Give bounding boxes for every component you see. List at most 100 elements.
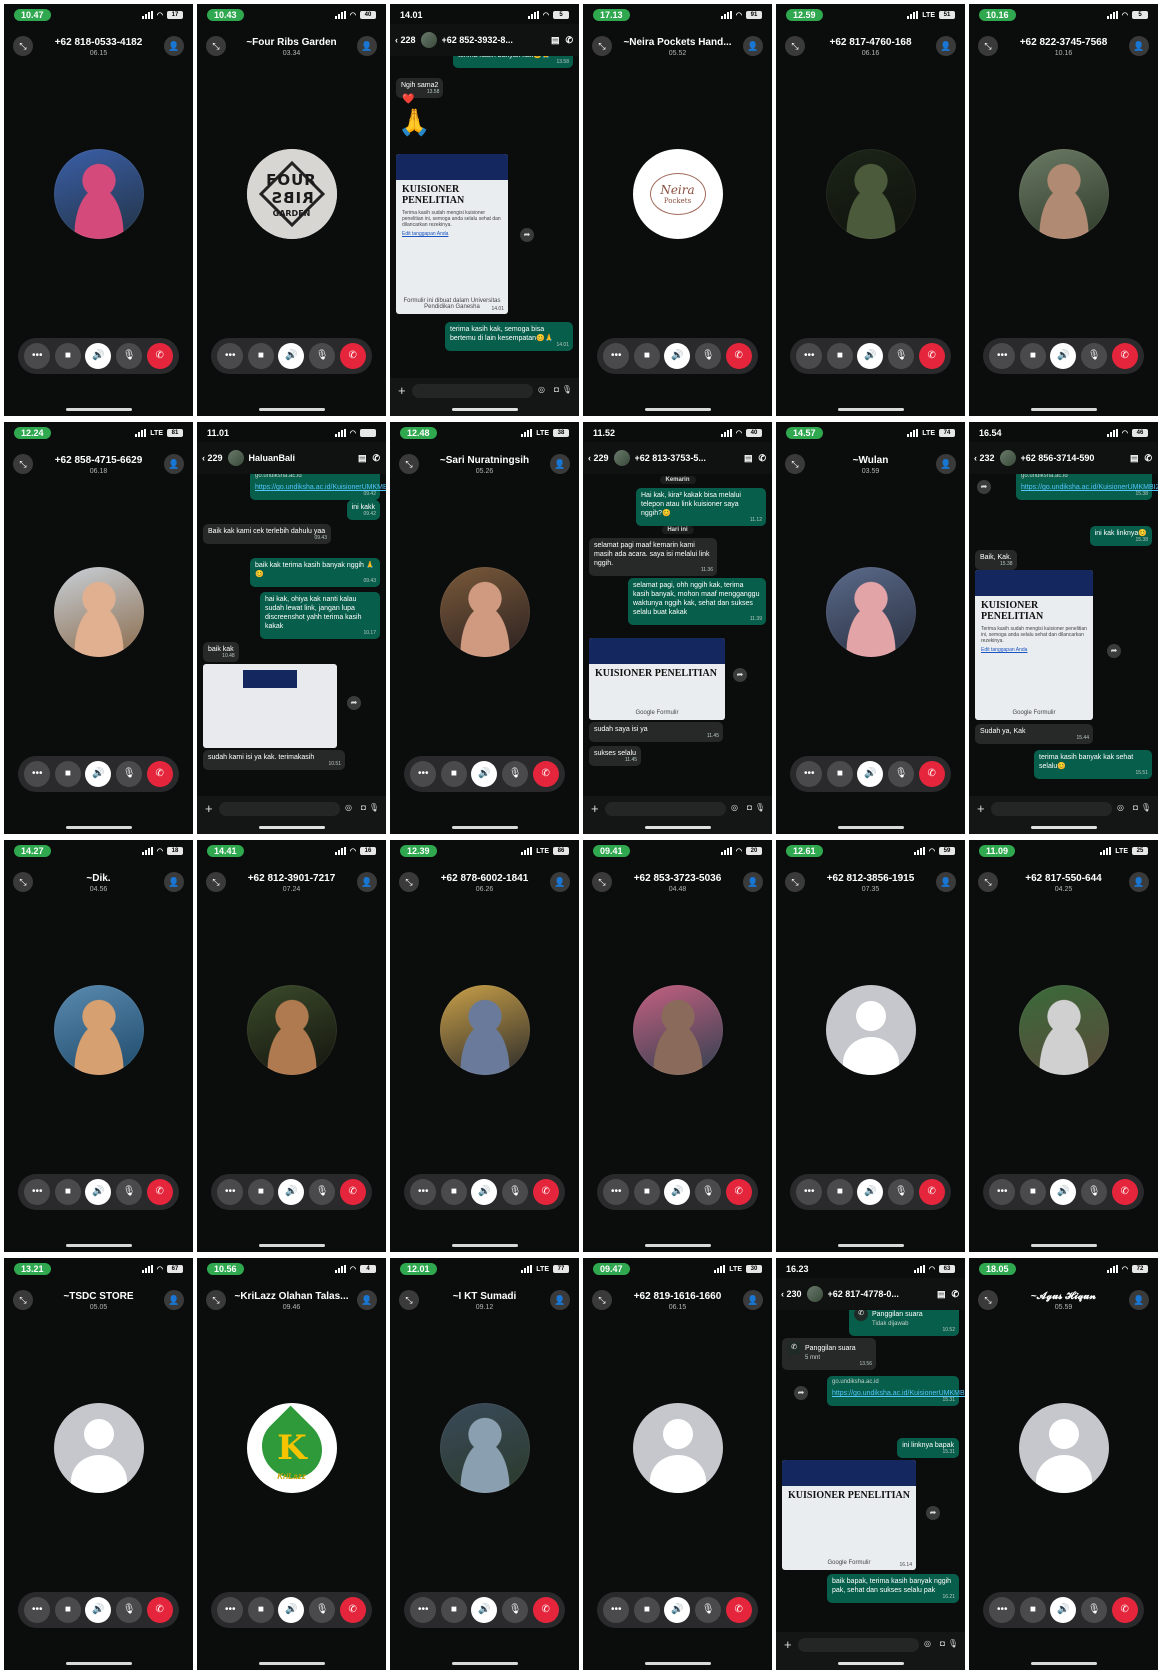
speaker-button[interactable]: 🔊 xyxy=(1050,1179,1077,1205)
end-call-button[interactable]: ✆ xyxy=(339,1597,366,1623)
add-participant-button[interactable]: 👤 xyxy=(936,872,956,892)
sticker-icon[interactable]: ◎ xyxy=(731,803,738,812)
speaker-button[interactable]: 🔊 xyxy=(85,343,112,369)
chat-avatar[interactable] xyxy=(999,450,1016,466)
mute-button[interactable]: 🎙 xyxy=(116,1597,143,1623)
minimize-call-button[interactable]: ⤡ xyxy=(592,36,612,56)
sticker-icon[interactable]: ◎ xyxy=(345,803,352,812)
speaker-button[interactable]: 🔊 xyxy=(471,1179,498,1205)
minimize-call-button[interactable]: ⤡ xyxy=(785,36,805,56)
end-call-button[interactable]: ✆ xyxy=(146,761,173,787)
more-button[interactable]: ••• xyxy=(217,1179,244,1205)
speaker-button[interactable]: 🔊 xyxy=(664,343,691,369)
message-input[interactable] xyxy=(605,802,726,816)
mute-button[interactable]: 🎙 xyxy=(502,1597,529,1623)
catalog-icon[interactable]: ▤ xyxy=(551,35,560,46)
forward-icon[interactable]: ➦ xyxy=(794,1386,808,1400)
add-participant-button[interactable]: 👤 xyxy=(357,1290,377,1310)
more-button[interactable]: ••• xyxy=(796,343,823,369)
chat-title[interactable]: HaluanBali xyxy=(249,453,358,463)
chat-avatar[interactable] xyxy=(806,1286,823,1302)
end-call-button[interactable]: ✆ xyxy=(918,761,945,787)
end-call-button[interactable]: ✆ xyxy=(1111,343,1138,369)
back-unread-count[interactable]: ‹ 230 xyxy=(781,1289,802,1299)
video-button[interactable]: ■ xyxy=(633,1179,660,1205)
speaker-button[interactable]: 🔊 xyxy=(278,1597,305,1623)
forward-icon[interactable]: ➦ xyxy=(926,1506,940,1520)
call-icon[interactable]: ✆ xyxy=(372,453,380,464)
speaker-button[interactable]: 🔊 xyxy=(857,1179,884,1205)
end-call-button[interactable]: ✆ xyxy=(339,343,366,369)
mic-icon[interactable]: 🎙 xyxy=(369,803,379,812)
video-button[interactable]: ■ xyxy=(247,1179,274,1205)
forward-icon[interactable]: ➦ xyxy=(733,668,747,682)
message-input[interactable] xyxy=(219,802,340,816)
speaker-button[interactable]: 🔊 xyxy=(471,1597,498,1623)
end-call-button[interactable]: ✆ xyxy=(725,1179,752,1205)
add-participant-button[interactable]: 👤 xyxy=(357,872,377,892)
more-button[interactable]: ••• xyxy=(217,1597,244,1623)
more-button[interactable]: ••• xyxy=(603,343,630,369)
mute-button[interactable]: 🎙 xyxy=(309,1179,336,1205)
video-button[interactable]: ■ xyxy=(633,1597,660,1623)
end-call-button[interactable]: ✆ xyxy=(146,1597,173,1623)
mute-button[interactable]: 🎙 xyxy=(695,343,722,369)
video-button[interactable]: ■ xyxy=(247,1597,274,1623)
minimize-call-button[interactable]: ⤡ xyxy=(206,1290,226,1310)
video-button[interactable]: ■ xyxy=(54,343,81,369)
chat-title[interactable]: +62 813-3753-5... xyxy=(635,453,744,463)
mic-icon[interactable]: 🎙 xyxy=(562,385,572,394)
speaker-button[interactable]: 🔊 xyxy=(85,1597,112,1623)
sticker-icon[interactable]: ◎ xyxy=(1117,803,1124,812)
screenshot-image[interactable] xyxy=(203,664,337,748)
end-call-button[interactable]: ✆ xyxy=(1111,1179,1138,1205)
camera-icon[interactable]: ◘ xyxy=(940,1639,945,1648)
mute-button[interactable]: 🎙 xyxy=(502,1179,529,1205)
camera-icon[interactable]: ◘ xyxy=(747,803,752,812)
catalog-icon[interactable]: ▤ xyxy=(1130,453,1139,464)
mic-icon[interactable]: 🎙 xyxy=(948,1639,958,1648)
video-button[interactable]: ■ xyxy=(54,761,81,787)
end-call-button[interactable]: ✆ xyxy=(532,761,559,787)
end-call-button[interactable]: ✆ xyxy=(339,1179,366,1205)
chat-avatar[interactable] xyxy=(227,450,244,466)
end-call-button[interactable]: ✆ xyxy=(146,343,173,369)
message-link[interactable]: https://go.undiksha.ac.id/KuisionerUMKMB… xyxy=(1021,483,1158,492)
speaker-button[interactable]: 🔊 xyxy=(1050,1597,1077,1623)
speaker-button[interactable]: 🔊 xyxy=(857,761,884,787)
mute-button[interactable]: 🎙 xyxy=(888,1179,915,1205)
attach-icon[interactable]: + xyxy=(977,801,985,816)
video-button[interactable]: ■ xyxy=(1019,343,1046,369)
mute-button[interactable]: 🎙 xyxy=(116,343,143,369)
mic-icon[interactable]: 🎙 xyxy=(755,803,765,812)
end-call-button[interactable]: ✆ xyxy=(532,1597,559,1623)
speaker-button[interactable]: 🔊 xyxy=(857,343,884,369)
forward-icon[interactable]: ➦ xyxy=(347,696,361,710)
end-call-button[interactable]: ✆ xyxy=(918,1179,945,1205)
message-link[interactable]: https://go.undiksha.ac.id/KuisionerUMKMB… xyxy=(255,483,386,492)
add-participant-button[interactable]: 👤 xyxy=(550,454,570,474)
add-participant-button[interactable]: 👤 xyxy=(1129,872,1149,892)
mute-button[interactable]: 🎙 xyxy=(1081,1179,1108,1205)
forward-icon[interactable]: ➦ xyxy=(1107,644,1121,658)
minimize-call-button[interactable]: ⤡ xyxy=(206,872,226,892)
back-unread-count[interactable]: ‹ 229 xyxy=(202,453,223,463)
mic-icon[interactable]: 🎙 xyxy=(1141,803,1151,812)
speaker-button[interactable]: 🔊 xyxy=(85,761,112,787)
end-call-button[interactable]: ✆ xyxy=(1111,1597,1138,1623)
add-participant-button[interactable]: 👤 xyxy=(743,872,763,892)
video-button[interactable]: ■ xyxy=(826,1179,853,1205)
video-button[interactable]: ■ xyxy=(826,761,853,787)
add-participant-button[interactable]: 👤 xyxy=(743,1290,763,1310)
message-input[interactable] xyxy=(798,1638,919,1652)
more-button[interactable]: ••• xyxy=(989,343,1016,369)
chat-title[interactable]: +62 817-4778-0... xyxy=(828,1289,937,1299)
mute-button[interactable]: 🎙 xyxy=(116,761,143,787)
minimize-call-button[interactable]: ⤡ xyxy=(13,454,33,474)
speaker-button[interactable]: 🔊 xyxy=(278,343,305,369)
back-unread-count[interactable]: ‹ 228 xyxy=(395,35,416,45)
mute-button[interactable]: 🎙 xyxy=(502,761,529,787)
message-link[interactable]: https://go.undiksha.ac.id/KuisionerUMKMB… xyxy=(832,1389,965,1398)
more-button[interactable]: ••• xyxy=(989,1179,1016,1205)
attach-icon[interactable]: + xyxy=(591,801,599,816)
